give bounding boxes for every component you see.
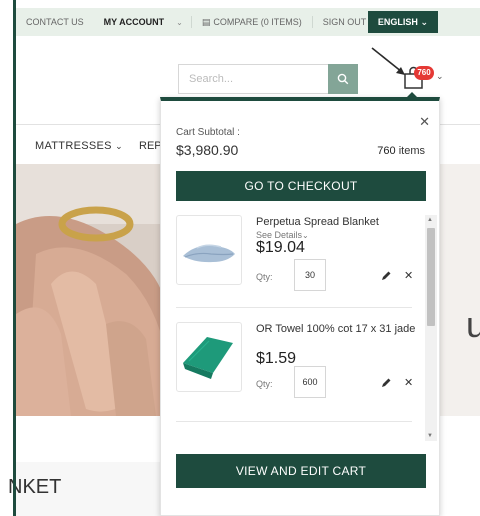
my-account-link[interactable]: MY ACCOUNT: [94, 8, 169, 36]
cart-scrollbar[interactable]: ▲ ▼: [425, 215, 437, 441]
remove-item-icon[interactable]: ✕: [404, 269, 413, 282]
cart-count-badge: 760: [414, 66, 434, 80]
nav-item-label: MATTRESSES: [35, 140, 112, 152]
product-thumbnail[interactable]: [176, 215, 242, 285]
view-and-edit-cart-button[interactable]: VIEW AND EDIT CART: [176, 454, 426, 488]
subtotal-label: Cart Subtotal :: [176, 127, 240, 138]
search-input[interactable]: Search...: [178, 64, 328, 94]
mini-cart-dropdown: ✕ Cart Subtotal : $3,980.90 760 items GO…: [160, 92, 441, 516]
go-to-checkout-button[interactable]: GO TO CHECKOUT: [176, 171, 426, 201]
close-icon[interactable]: ✕: [419, 114, 430, 130]
scrollbar-thumb[interactable]: [427, 228, 435, 326]
hero-photo-hands-ring: [16, 164, 166, 416]
item-divider: [176, 307, 412, 308]
blanket-image: [183, 244, 235, 263]
search-button[interactable]: [328, 64, 358, 94]
product-price: $1.59: [256, 350, 297, 367]
pencil-icon[interactable]: [380, 270, 392, 282]
nav-item-mattresses[interactable]: MATTRESSES ⌄: [35, 140, 123, 152]
product-name[interactable]: Perpetua Spread Blanket: [256, 215, 416, 229]
compare-label: COMPARE (0 ITEMS): [213, 17, 302, 27]
item-divider: [176, 421, 412, 422]
search-icon: [337, 73, 349, 85]
item-count-number: 760: [377, 145, 396, 157]
quantity-input[interactable]: 30: [294, 259, 326, 291]
dropdown-pointer: [406, 92, 418, 98]
product-price: $19.04: [256, 239, 305, 256]
pencil-icon[interactable]: [380, 377, 392, 389]
quantity-input[interactable]: 600: [294, 366, 326, 398]
scroll-down-arrow-icon[interactable]: ▼: [427, 433, 433, 439]
cart-items-list: Perpetua Spread Blanket See Details⌄ $19…: [161, 215, 441, 441]
chevron-down-icon: ⌄: [420, 17, 428, 27]
chevron-down-icon[interactable]: ⌄: [436, 71, 444, 82]
hero-text-partial: uct: [466, 304, 480, 345]
language-label: ENGLISH: [377, 17, 418, 27]
language-selector[interactable]: ENGLISH ⌄: [367, 11, 438, 33]
qty-label: Qty:: [256, 379, 273, 389]
cart-item: OR Towel 100% cot 17 x 31 jade $1.59 Qty…: [176, 322, 424, 420]
nav-item-partial[interactable]: REP: [139, 140, 162, 152]
page: CONTACT US MY ACCOUNT ⌄ ▤ COMPARE (0 ITEM…: [0, 0, 480, 516]
page-border: [13, 0, 16, 516]
sign-out-link[interactable]: SIGN OUT: [313, 8, 377, 36]
remove-item-icon[interactable]: ✕: [404, 376, 413, 389]
compare-link[interactable]: ▤ COMPARE (0 ITEMS): [192, 8, 312, 36]
qty-label: Qty:: [256, 272, 273, 282]
item-count-suffix: items: [398, 145, 425, 157]
subtotal-value: $3,980.90: [176, 142, 239, 158]
product-thumbnail[interactable]: [176, 322, 242, 392]
chevron-down-icon[interactable]: ⌄: [168, 18, 191, 27]
contact-us-link[interactable]: CONTACT US: [16, 8, 94, 36]
compare-icon: ▤: [201, 17, 211, 27]
product-name[interactable]: OR Towel 100% cot 17 x 31 jade: [256, 322, 416, 336]
cart-item: Perpetua Spread Blanket See Details⌄ $19…: [176, 215, 424, 313]
towel-image: [183, 337, 233, 379]
scroll-up-arrow-icon[interactable]: ▲: [427, 217, 433, 223]
chevron-down-icon: ⌄: [115, 141, 123, 151]
section-heading: NKET: [8, 476, 62, 498]
cart-item-count: 760 items: [377, 145, 425, 157]
top-bar: CONTACT US MY ACCOUNT ⌄ ▤ COMPARE (0 ITEM…: [16, 8, 480, 36]
